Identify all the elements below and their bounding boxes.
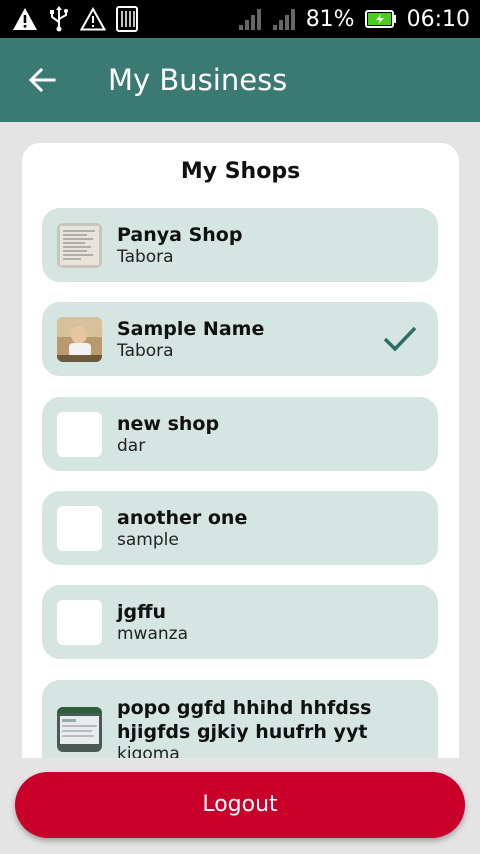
clock: 06:10: [406, 6, 470, 32]
shop-item-panya-shop[interactable]: Panya Shop Tabora: [42, 208, 438, 282]
check-icon: [383, 326, 417, 352]
shop-thumbnail: [57, 707, 102, 752]
shop-thumbnail: [57, 317, 102, 362]
shop-name: Sample Name: [117, 318, 265, 340]
warning-icon: [13, 8, 37, 30]
logout-button[interactable]: Logout: [15, 772, 465, 838]
shop-name: jgffu: [117, 601, 167, 623]
shop-name: popo ggfd hhihd hhfdss hjigfds gjkiy huu…: [117, 697, 372, 743]
shop-thumbnail: [57, 223, 102, 268]
shop-location: Tabora: [117, 247, 174, 267]
shop-location: Tabora: [117, 341, 174, 361]
shop-item-jgffu[interactable]: jgffu mwanza: [42, 585, 438, 659]
page-title: My Business: [108, 63, 288, 97]
warning-outline-icon: [80, 7, 106, 31]
logout-bar: Logout: [0, 758, 480, 854]
arrow-back-icon: [28, 67, 56, 93]
signal-icon: [238, 9, 261, 30]
shop-location: dar: [117, 436, 146, 456]
shops-card-title: My Shops: [180, 159, 301, 184]
shop-thumbnail: [57, 412, 102, 457]
shop-name: Panya Shop: [117, 224, 243, 246]
shop-name: another one: [117, 507, 248, 529]
usb-icon: [50, 6, 68, 32]
status-bar: 81% 06:10: [0, 0, 480, 38]
back-button[interactable]: [0, 38, 84, 122]
shop-name: new shop: [117, 413, 220, 435]
battery-charging-icon: [364, 10, 396, 28]
shop-item-new-shop[interactable]: new shop dar: [42, 397, 438, 471]
shop-location: mwanza: [117, 624, 188, 644]
app-bar: My Business: [0, 38, 480, 122]
shop-item-another-one[interactable]: another one sample: [42, 491, 438, 565]
shop-item-sample-name[interactable]: Sample Name Tabora: [42, 302, 438, 376]
shop-location: sample: [117, 530, 179, 550]
shop-thumbnail: [57, 506, 102, 551]
shops-card: My Shops Panya Shop Tabora Sample Name T…: [22, 143, 459, 783]
sim-icon: [116, 6, 138, 32]
signal-icon: [272, 9, 295, 30]
shop-thumbnail: [57, 600, 102, 645]
battery-percent: 81%: [305, 6, 355, 32]
